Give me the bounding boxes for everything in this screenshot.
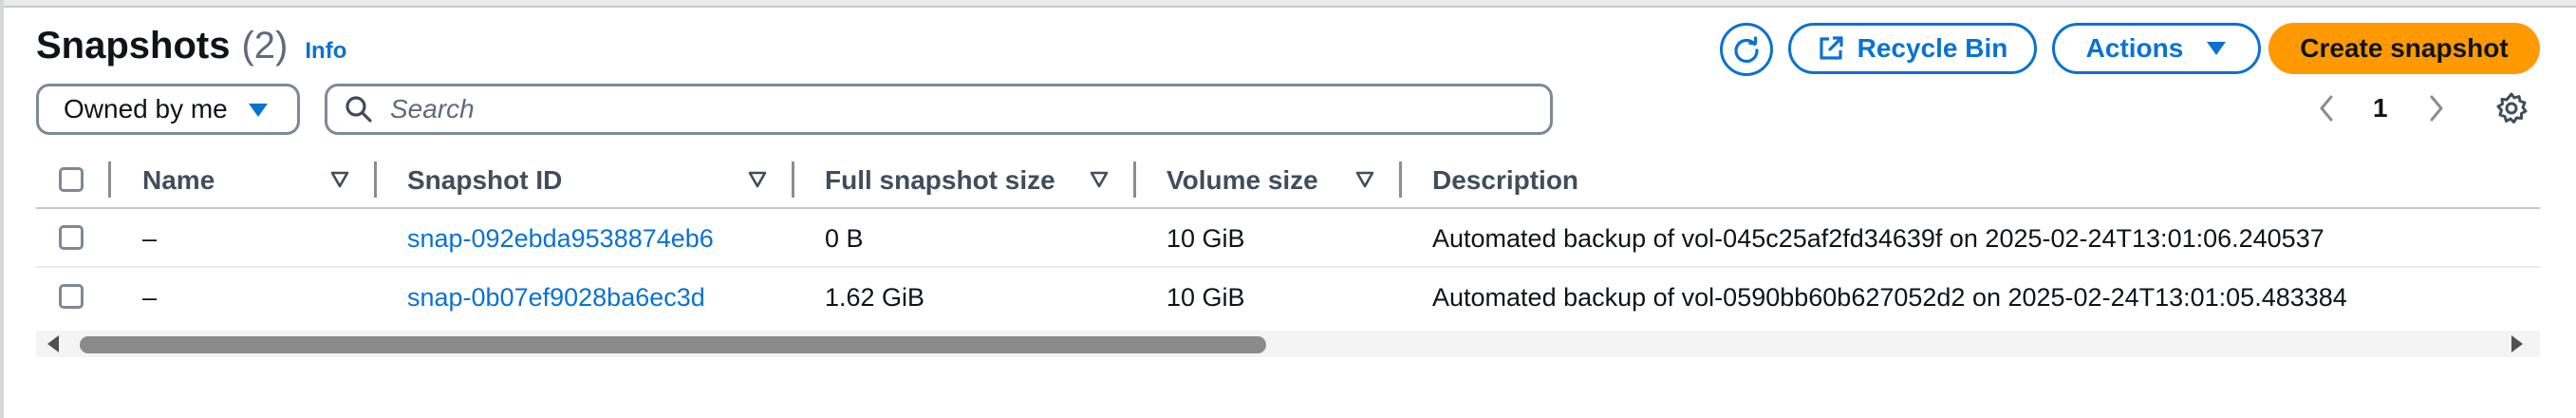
column-divider[interactable] (374, 162, 377, 198)
caret-down-icon (2207, 42, 2227, 55)
actions-label: Actions (2085, 33, 2184, 63)
window-left-border (0, 0, 4, 418)
recycle-bin-button[interactable]: Recycle Bin (1788, 23, 2037, 74)
column-divider[interactable] (1399, 162, 1402, 198)
snapshot-name: – (142, 224, 158, 253)
column-divider[interactable] (1133, 162, 1136, 198)
full-snapshot-size: 0 B (825, 224, 864, 253)
table-header-row: Name Snapshot ID Full snapshot size Volu… (36, 152, 2540, 209)
volume-size: 10 GiB (1167, 283, 1245, 312)
column-header-description[interactable]: Description (1432, 165, 1578, 196)
page-title: Snapshots (36, 25, 231, 66)
row-checkbox[interactable] (59, 284, 84, 309)
column-header-volume-size[interactable]: Volume size (1167, 165, 1318, 196)
table-row[interactable]: – snap-0b07ef9028ba6ec3d 1.62 GiB 10 GiB… (36, 268, 2540, 325)
refresh-icon (1734, 36, 1759, 64)
table-row[interactable]: – snap-092ebda9538874eb6 0 B 10 GiB Auto… (36, 209, 2540, 268)
owner-filter-value: Owned by me (64, 94, 228, 124)
snapshot-description: Automated backup of vol-045c25af2fd34639… (1432, 224, 2324, 253)
current-page-number[interactable]: 1 (2373, 93, 2388, 124)
external-link-icon (1820, 36, 1843, 60)
owner-filter-select[interactable]: Owned by me (36, 84, 300, 135)
column-header-name[interactable]: Name (142, 165, 215, 196)
column-header-snapshot-id[interactable]: Snapshot ID (407, 165, 562, 196)
column-divider[interactable] (108, 162, 111, 198)
actions-dropdown-button[interactable]: Actions (2052, 23, 2261, 74)
search-field[interactable] (325, 84, 1553, 135)
snapshot-id-link[interactable]: snap-092ebda9538874eb6 (407, 224, 714, 254)
sort-icon[interactable] (1090, 171, 1109, 188)
gear-icon[interactable] (2494, 91, 2529, 125)
next-page-icon[interactable] (2426, 93, 2447, 124)
sort-icon[interactable] (1355, 171, 1374, 188)
sort-icon[interactable] (748, 171, 767, 188)
window-top-border (0, 0, 2576, 8)
caret-down-icon (249, 104, 268, 117)
snapshot-name: – (142, 283, 158, 312)
scroll-right-arrow-icon[interactable] (2511, 335, 2523, 352)
search-input[interactable] (388, 93, 1484, 125)
row-checkbox[interactable] (59, 225, 84, 250)
select-all-checkbox[interactable] (59, 167, 84, 192)
create-snapshot-button[interactable]: Create snapshot (2268, 23, 2540, 74)
sort-icon[interactable] (330, 171, 349, 188)
snapshot-id-link[interactable]: snap-0b07ef9028ba6ec3d (407, 283, 705, 313)
scroll-left-arrow-icon[interactable] (47, 335, 59, 352)
column-divider[interactable] (792, 162, 794, 198)
full-snapshot-size: 1.62 GiB (825, 283, 925, 312)
previous-page-icon[interactable] (2316, 93, 2337, 124)
volume-size: 10 GiB (1167, 224, 1245, 253)
horizontal-scrollbar-thumb[interactable] (80, 336, 1266, 353)
column-header-full-snapshot-size[interactable]: Full snapshot size (825, 165, 1055, 196)
snapshot-count: (2) (241, 25, 289, 66)
refresh-button[interactable] (1720, 23, 1773, 76)
create-snapshot-label: Create snapshot (2300, 33, 2509, 63)
search-icon (345, 96, 372, 123)
recycle-bin-label: Recycle Bin (1857, 33, 2008, 63)
snapshot-description: Automated backup of vol-0590bb60b627052d… (1432, 283, 2347, 312)
info-link[interactable]: Info (305, 38, 346, 65)
page-header: Snapshots (2) Info (36, 25, 346, 67)
